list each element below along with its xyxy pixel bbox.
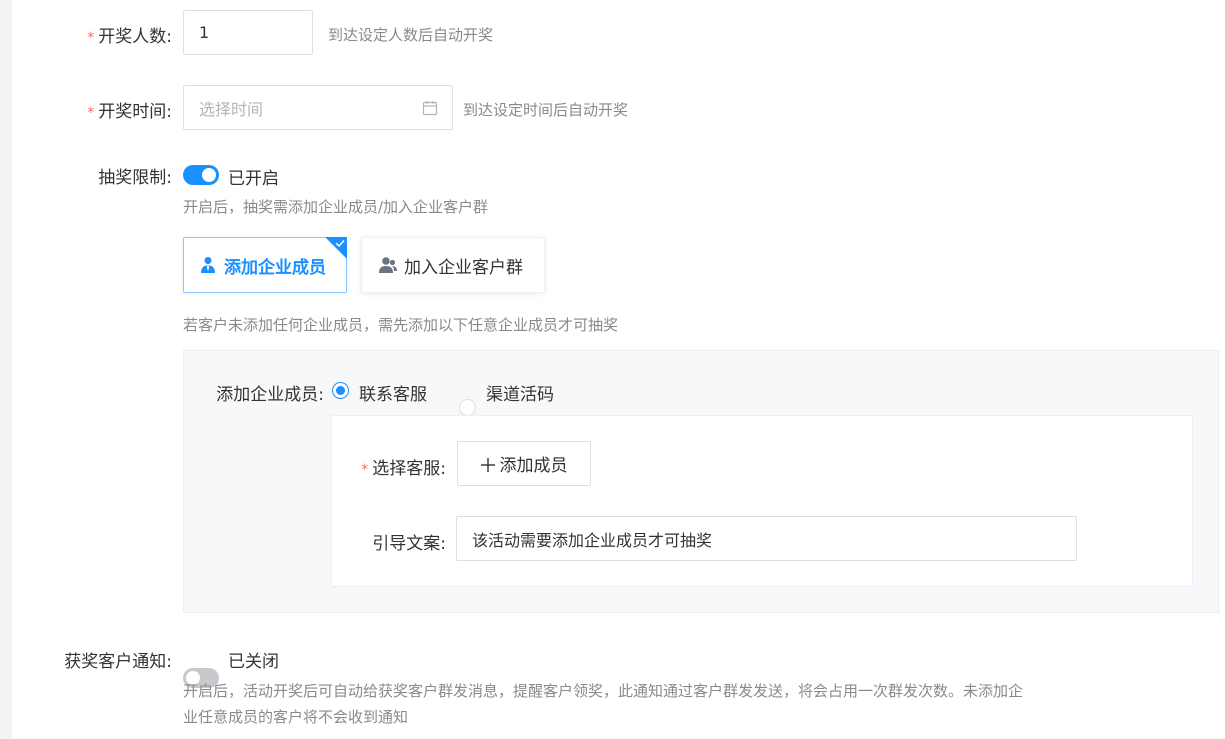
restriction-status: 已开启 bbox=[228, 169, 279, 189]
notify-label: 获奖客户通知: bbox=[64, 652, 172, 672]
select-service-label: * 选择客服: bbox=[332, 454, 446, 479]
add-member-button-label: 添加成员 bbox=[499, 456, 568, 476]
switch-knob bbox=[202, 168, 216, 182]
radio-contact-service[interactable] bbox=[332, 382, 349, 399]
notify-status: 已关闭 bbox=[228, 652, 279, 672]
radio-channel-code[interactable] bbox=[459, 399, 476, 416]
member-inner-box: * 选择客服: 添加成员 引导文案: 该活动需要添加企业成员才可抽奖 bbox=[331, 415, 1193, 587]
draw-time-placeholder: 选择时间 bbox=[199, 99, 264, 119]
draw-count-value: 1 bbox=[199, 23, 210, 42]
required-mark: * bbox=[87, 30, 95, 46]
select-service-label-text: 选择客服: bbox=[372, 459, 446, 479]
member-config-panel: 添加企业成员: 联系客服 渠道活码 * 选择客服: 添加成员 引导文案: 该活动需… bbox=[183, 350, 1219, 613]
add-member-button[interactable]: 添加成员 bbox=[457, 441, 591, 486]
guide-text-input[interactable]: 该活动需要添加企业成员才可抽奖 bbox=[456, 516, 1077, 561]
draw-count-label: * 开奖人数: bbox=[60, 22, 172, 47]
restriction-label: 抽奖限制: bbox=[98, 168, 172, 188]
notify-desc-line1: 开启后，活动开奖后可自动给获奖客户群发消息，提醒客户领奖，此通知通过客户群发发送… bbox=[183, 682, 1024, 700]
guide-text-value: 该活动需要添加企业成员才可抽奖 bbox=[472, 530, 713, 550]
restriction-switch[interactable] bbox=[183, 165, 219, 185]
guide-text-label: 引导文案: bbox=[372, 534, 446, 554]
draw-count-hint: 到达设定人数后自动开奖 bbox=[328, 26, 494, 44]
draw-time-label: * 开奖时间: bbox=[60, 97, 172, 122]
draw-time-picker[interactable]: 选择时间 bbox=[183, 85, 453, 130]
notify-desc-line2: 业任意成员的客户将不会收到通知 bbox=[183, 708, 409, 726]
radio-contact-service-label[interactable]: 联系客服 bbox=[359, 380, 427, 405]
draw-count-label-text: 开奖人数: bbox=[98, 27, 172, 47]
selected-corner-check-icon bbox=[325, 237, 347, 259]
left-sidebar-edge bbox=[0, 0, 12, 739]
option-card-add-member[interactable]: 添加企业成员 bbox=[183, 237, 347, 293]
option-label-join-group: 加入企业客户群 bbox=[404, 257, 523, 278]
required-mark: * bbox=[87, 105, 95, 121]
member-panel-label: 添加企业成员: bbox=[216, 385, 324, 405]
radio-channel-code-label[interactable]: 渠道活码 bbox=[486, 380, 554, 405]
draw-time-label-text: 开奖时间: bbox=[98, 102, 172, 122]
restriction-desc: 开启后，抽奖需添加企业成员/加入企业客户群 bbox=[183, 198, 489, 216]
user-tie-icon bbox=[200, 256, 216, 274]
plus-icon bbox=[480, 457, 495, 472]
option-label-add-member: 添加企业成员 bbox=[224, 257, 326, 278]
option-card-join-group[interactable]: 加入企业客户群 bbox=[361, 237, 545, 293]
draw-count-input[interactable]: 1 bbox=[183, 10, 313, 55]
user-group-icon bbox=[378, 256, 398, 274]
required-mark: * bbox=[361, 462, 369, 478]
draw-time-hint: 到达设定时间后自动开奖 bbox=[463, 101, 629, 119]
calendar-icon[interactable] bbox=[422, 100, 438, 116]
member-hint: 若客户未添加任何企业成员，需先添加以下任意企业成员才可抽奖 bbox=[183, 316, 619, 334]
